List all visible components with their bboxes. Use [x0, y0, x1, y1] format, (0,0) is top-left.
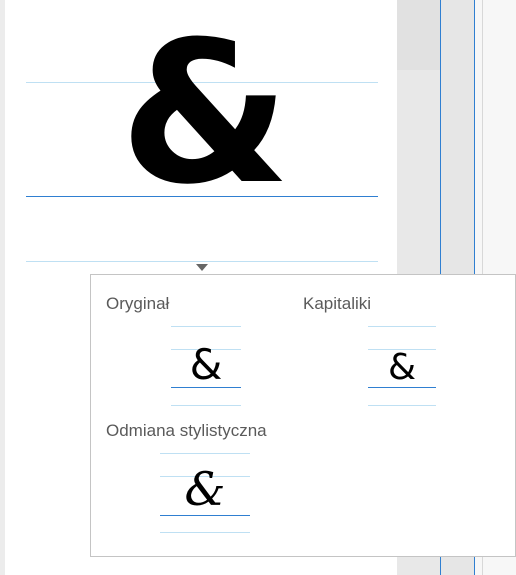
- baseline-guide: [26, 196, 378, 197]
- option-label-original: Oryginał: [106, 294, 170, 313]
- option-label-stylistic: Odmiana stylistyczna: [106, 421, 267, 440]
- option-glyph: &: [184, 462, 226, 516]
- glyph-alternates-popup: Oryginał & Kapitaliki & Odmiana stylisty…: [90, 274, 516, 557]
- option-label-small-caps: Kapitaliki: [303, 294, 372, 313]
- mini-baseline: [368, 387, 436, 388]
- mini-ascender: [368, 326, 436, 327]
- mini-baseline: [171, 387, 241, 388]
- mini-ascender: [171, 326, 241, 327]
- mini-ascender: [160, 453, 250, 454]
- popup-caret-icon: [196, 264, 208, 271]
- option-small-caps[interactable]: &: [368, 325, 436, 407]
- option-original[interactable]: &: [171, 325, 241, 407]
- mini-descender: [171, 405, 241, 406]
- option-stylistic[interactable]: &: [160, 452, 250, 534]
- mini-descender: [368, 405, 436, 406]
- option-glyph: &: [189, 340, 223, 389]
- descender-guide: [26, 261, 378, 262]
- mini-descender: [160, 532, 250, 533]
- scroll-thumb[interactable]: [397, 0, 440, 70]
- mini-baseline: [160, 515, 250, 516]
- option-glyph: &: [387, 347, 417, 388]
- preview-glyph: &: [119, 0, 291, 228]
